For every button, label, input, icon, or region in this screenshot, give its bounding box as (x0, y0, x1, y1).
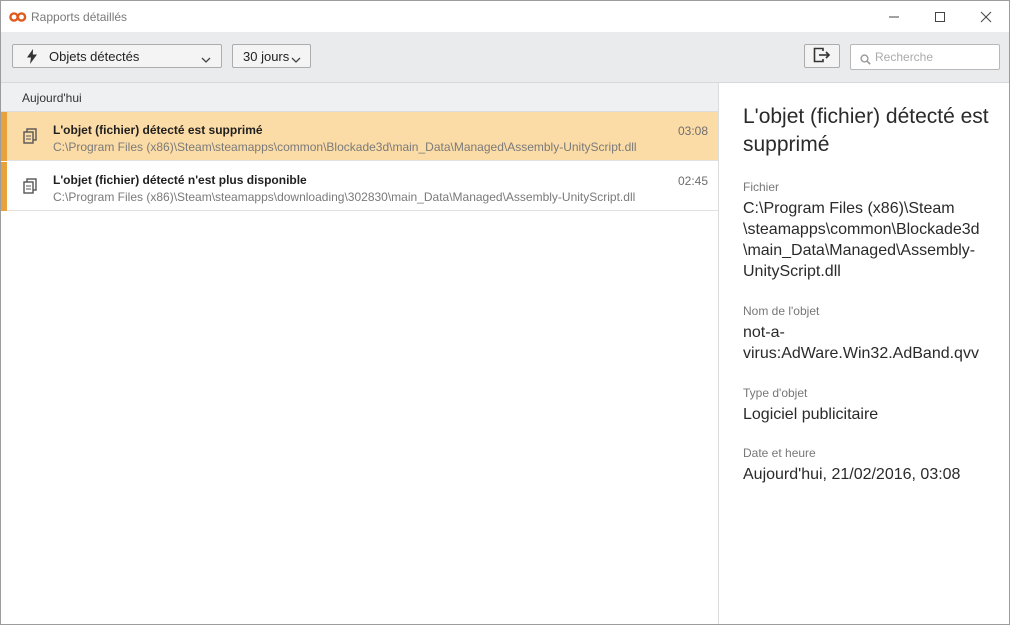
list-item-path: C:\Program Files (x86)\Steam\steamapps\c… (53, 140, 637, 154)
event-marker (1, 162, 7, 211)
list-item[interactable]: L'objet (fichier) détecté est supprimé C… (1, 112, 718, 161)
filter-label: Objets détectés (49, 49, 140, 64)
documents-icon (22, 128, 38, 149)
chevron-down-icon (201, 52, 211, 67)
file-label: Fichier (743, 180, 780, 194)
period-label: 30 jours (243, 49, 290, 64)
event-marker (1, 112, 7, 161)
file-value: C:​\Program Files (x86)​\Steam​\steamapp… (743, 200, 980, 280)
object-type-value: Logiciel publicitaire (743, 406, 879, 423)
object-name-label: Nom de l'objet (743, 304, 820, 318)
title-bar: Rapports détaillés (1, 1, 1009, 32)
search-icon (860, 52, 871, 70)
datetime-value: Aujourd'hui, 21/02/2016, 03:08 (743, 466, 961, 483)
close-button[interactable] (963, 1, 1009, 32)
list-item-time: 03:08 (677, 124, 708, 138)
details-panel: L'objet (fichier) détecté est supprimé F… (719, 83, 1009, 624)
filter-dropdown[interactable]: Objets détectés (12, 44, 222, 68)
list-item-title: L'objet (fichier) détecté est supprimé (53, 123, 263, 137)
group-label: Aujourd'hui (22, 91, 82, 105)
object-type-label: Type d'objet (743, 386, 808, 400)
export-button[interactable] (804, 44, 840, 68)
lightning-icon (27, 49, 37, 67)
minimize-button[interactable] (871, 1, 917, 32)
report-window: Rapports détaillés Objets détectés 30 jo… (0, 0, 1010, 625)
list-item[interactable]: L'objet (fichier) détecté n'est plus dis… (1, 162, 718, 211)
details-title: L'objet (fichier) détecté est supprimé (743, 105, 989, 156)
maximize-button[interactable] (917, 1, 963, 32)
list-item-path: C:\Program Files (x86)\Steam\steamapps\d… (53, 190, 636, 204)
export-icon (813, 47, 831, 66)
documents-icon (22, 178, 38, 199)
list-item-time: 02:45 (677, 174, 708, 188)
toolbar: Objets détectés 30 jours (1, 32, 1009, 83)
close-icon (980, 11, 992, 22)
search-input[interactable] (875, 48, 993, 66)
list-item-title: L'objet (fichier) détecté n'est plus dis… (53, 173, 307, 187)
group-header-today: Aujourd'hui (1, 83, 718, 112)
report-list: Aujourd'hui L'objet (fichier) détecté es… (1, 83, 719, 624)
kaspersky-logo-icon (9, 10, 27, 22)
window-title: Rapports détaillés (31, 10, 128, 24)
search-box[interactable] (850, 44, 1000, 70)
chevron-down-icon (291, 52, 301, 67)
datetime-label: Date et heure (743, 446, 816, 460)
period-dropdown[interactable]: 30 jours (232, 44, 311, 68)
object-name-value: not-a-virus:AdWare.Win32.AdBand.qvv (743, 324, 979, 362)
